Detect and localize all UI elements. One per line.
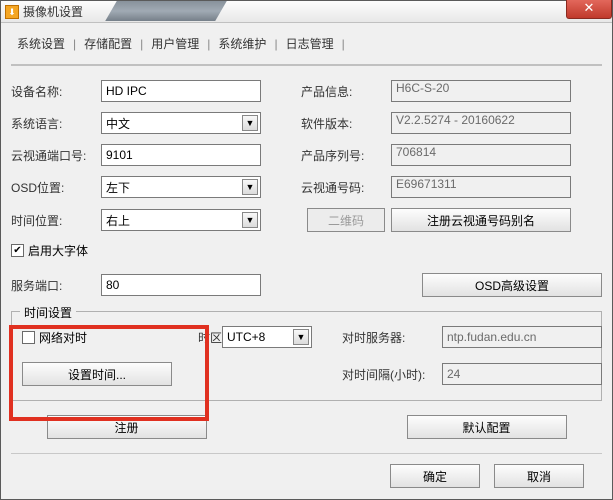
- checkbox-box: [22, 331, 35, 344]
- tab-storage[interactable]: 存储配置: [78, 31, 138, 56]
- button-set-time[interactable]: 设置时间...: [22, 362, 172, 386]
- chevron-down-icon: ▼: [293, 329, 309, 345]
- select-timezone[interactable]: UTC+8 ▼: [222, 326, 312, 348]
- button-default-config[interactable]: 默认配置: [407, 415, 567, 439]
- label-tz: 时区: [192, 329, 222, 346]
- label-time-pos: 时间位置:: [11, 212, 101, 229]
- button-qrcode[interactable]: 二维码: [307, 208, 385, 232]
- input-ntp-server[interactable]: [442, 326, 602, 348]
- value-sw-version: V2.2.5274 - 20160622: [391, 112, 571, 134]
- label-ntp-server: 对时服务器:: [342, 329, 442, 346]
- tab-underline: [11, 64, 602, 66]
- label-product-info: 产品信息:: [301, 83, 391, 100]
- label-sw-version: 软件版本:: [301, 115, 391, 132]
- mid-button-row: 注册 默认配置: [11, 415, 602, 439]
- label-osd-pos: OSD位置:: [11, 179, 101, 196]
- checkbox-ntp[interactable]: 网络对时: [22, 329, 192, 346]
- label-ntp-interval: 对时间隔(小时):: [342, 366, 442, 383]
- select-osd-pos-value: 左下: [106, 179, 130, 196]
- tab-system[interactable]: 系统设置: [11, 31, 71, 56]
- label-device-name: 设备名称:: [11, 83, 101, 100]
- group-title-time: 时间设置: [20, 304, 76, 321]
- checkbox-big-font-label: 启用大字体: [28, 242, 88, 259]
- chevron-down-icon: ▼: [242, 115, 258, 131]
- checkbox-big-font[interactable]: ✔ 启用大字体: [11, 242, 602, 259]
- tab-maint[interactable]: 系统维护: [212, 31, 272, 56]
- app-icon: ⬇: [5, 5, 19, 19]
- label-cloud-port: 云视通端口号:: [11, 147, 101, 164]
- input-cloud-port[interactable]: [101, 144, 261, 166]
- tab-log[interactable]: 日志管理: [280, 31, 340, 56]
- label-cloud-id: 云视通号码:: [301, 179, 391, 196]
- client-area: 系统设置| 存储配置| 用户管理| 系统维护| 日志管理| 设备名称: 产品信息…: [1, 23, 612, 499]
- button-register-alias[interactable]: 注册云视通号码别名: [391, 208, 571, 232]
- button-register[interactable]: 注册: [47, 415, 207, 439]
- tab-users[interactable]: 用户管理: [145, 31, 205, 56]
- input-ntp-interval[interactable]: [442, 363, 602, 385]
- value-product-sn: 706814: [391, 144, 571, 166]
- form-grid: 设备名称: 产品信息: H6C-S-20 系统语言: 中文 ▼ 软件版本: V2…: [11, 80, 602, 232]
- button-ok[interactable]: 确定: [390, 464, 480, 488]
- select-system-lang-value: 中文: [106, 115, 130, 132]
- button-osd-advanced[interactable]: OSD高级设置: [422, 273, 602, 297]
- checkbox-ntp-label: 网络对时: [39, 329, 87, 346]
- button-cancel[interactable]: 取消: [494, 464, 584, 488]
- chevron-down-icon: ▼: [242, 212, 258, 228]
- label-product-sn: 产品序列号:: [301, 147, 391, 164]
- checkbox-box: ✔: [11, 244, 24, 257]
- input-device-name[interactable]: [101, 80, 261, 102]
- dialog-button-row: 确定 取消: [11, 453, 602, 488]
- select-timezone-value: UTC+8: [227, 330, 265, 344]
- service-port-row: 服务端口: OSD高级设置: [11, 273, 602, 297]
- label-service-port: 服务端口:: [11, 277, 93, 294]
- titlebar: ⬇ 摄像机设置 ✕: [1, 1, 612, 23]
- group-time-settings: 时间设置 网络对时 时区 UTC+8 ▼ 对时服务器: 设置时间...: [11, 311, 602, 401]
- close-button[interactable]: ✕: [566, 0, 612, 19]
- select-time-pos[interactable]: 右上 ▼: [101, 209, 261, 231]
- value-product-info: H6C-S-20: [391, 80, 571, 102]
- tab-bar: 系统设置| 存储配置| 用户管理| 系统维护| 日志管理|: [11, 31, 602, 56]
- value-cloud-id: E69671311: [391, 176, 571, 198]
- label-system-lang: 系统语言:: [11, 115, 101, 132]
- input-service-port[interactable]: [101, 274, 261, 296]
- window-title: 摄像机设置: [23, 3, 83, 20]
- select-time-pos-value: 右上: [106, 212, 130, 229]
- select-system-lang[interactable]: 中文 ▼: [101, 112, 261, 134]
- chevron-down-icon: ▼: [242, 179, 258, 195]
- settings-window: ⬇ 摄像机设置 ✕ 系统设置| 存储配置| 用户管理| 系统维护| 日志管理| …: [0, 0, 613, 500]
- select-osd-pos[interactable]: 左下 ▼: [101, 176, 261, 198]
- titlebar-decoration: [105, 1, 227, 21]
